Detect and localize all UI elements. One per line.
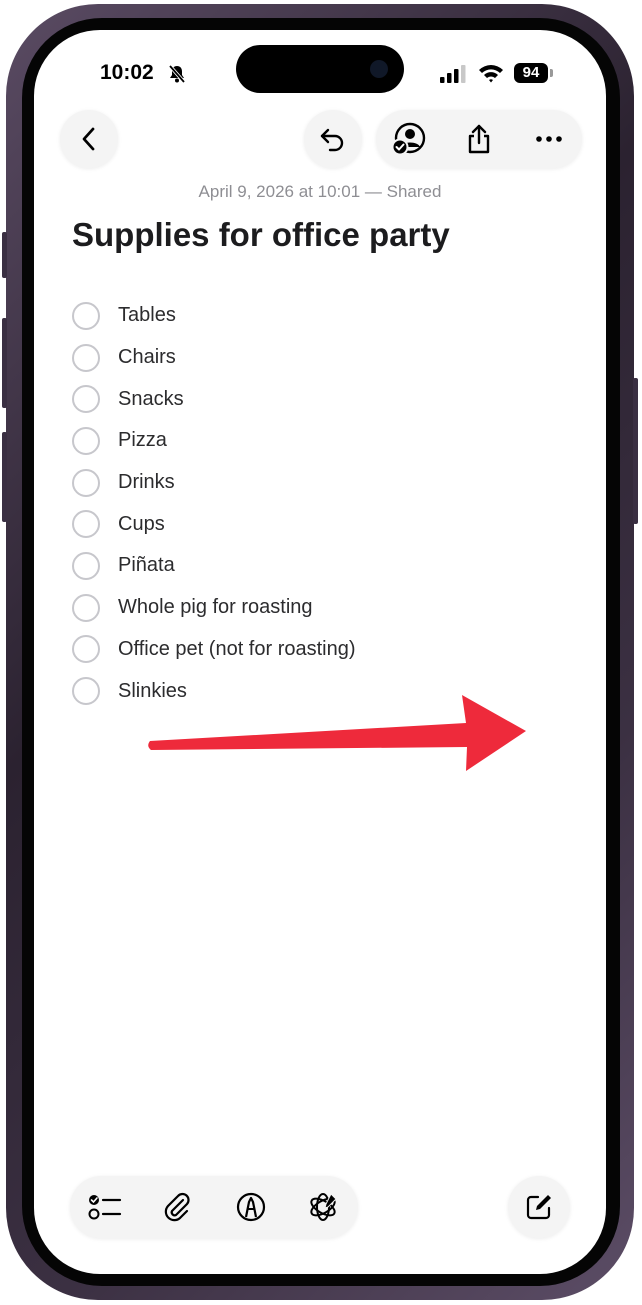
dynamic-island [236,45,404,93]
checkbox-circle[interactable] [72,510,100,539]
checkbox-circle[interactable] [72,468,100,497]
markup-button[interactable] [220,1176,282,1238]
bottom-toolbar [70,1176,358,1238]
checklist-item-label[interactable]: Drinks [118,471,175,494]
checklist-item-label[interactable]: Pizza [118,429,167,452]
wifi-icon [479,65,503,83]
checkbox-circle[interactable] [72,301,100,330]
writing-tools-button[interactable] [292,1176,354,1238]
note-timestamp: April 9, 2026 at 10:01 — Shared [198,182,442,201]
volume-down-button [2,432,7,522]
checkbox-circle[interactable] [72,551,100,580]
checklist-icon [88,1195,122,1220]
bell-slash-icon [168,64,186,84]
checklist-item: Tables [72,295,572,337]
share-icon [468,124,490,154]
checkbox-circle[interactable] [72,426,100,455]
red-arrow-right-icon [148,695,526,771]
ellipsis-icon [536,136,562,142]
share-button[interactable] [450,110,508,168]
collaborate-button[interactable] [380,110,438,168]
chevron-left-icon [82,127,95,151]
volume-up-button [2,318,7,408]
paperclip-icon [164,1192,190,1222]
undo-button[interactable] [304,110,362,168]
status-time: 10:02 [100,61,154,84]
compose-icon [526,1195,551,1220]
checkbox-circle[interactable] [72,677,100,706]
checklist-button[interactable] [74,1176,136,1238]
writing-tools-icon [310,1193,337,1221]
checklist-item-label[interactable]: Whole pig for roasting [118,596,313,619]
note-title[interactable]: Supplies for office party [72,216,450,254]
back-button[interactable] [60,110,118,168]
action-button [2,232,7,278]
checklist-item: Drinks [72,462,572,504]
battery-icon: 94 [514,63,548,83]
checklist-item: Piñata [72,545,572,587]
checklist-item: Pizza [72,420,572,462]
battery-level: 94 [522,64,540,81]
cellular-signal-icon [440,65,466,83]
undo-icon [320,128,344,152]
checklist: Tables Chairs Snacks Pizza Drinks Cups P… [72,295,572,712]
checklist-item-label[interactable]: Chairs [118,346,176,369]
front-camera [370,60,388,78]
screen: 10:02 94 April 9, 2026 at 10:01 — Shared… [34,30,606,1274]
battery-tip [550,69,553,77]
attachment-button[interactable] [146,1176,208,1238]
checkbox-circle[interactable] [72,593,100,622]
checklist-item: Snacks [72,378,572,420]
markup-pen-icon [236,1192,266,1222]
compose-button[interactable] [508,1176,570,1238]
collaborate-person-icon [391,122,426,156]
toolbar-pill [376,110,582,168]
checklist-item: Whole pig for roasting [72,587,572,629]
power-button [633,378,638,524]
checklist-item-label[interactable]: Cups [118,513,165,536]
checklist-item: Cups [72,503,572,545]
more-button[interactable] [520,110,578,168]
checkbox-circle[interactable] [72,385,100,414]
checkbox-circle[interactable] [72,343,100,372]
checklist-item-label[interactable]: Tables [118,304,176,327]
checklist-item-label[interactable]: Snacks [118,388,184,411]
checkbox-circle[interactable] [72,635,100,664]
checklist-item-label[interactable]: Office pet (not for roasting) [118,638,356,661]
checklist-item-label[interactable]: Piñata [118,554,175,577]
checklist-item: Chairs [72,337,572,379]
checklist-item: Office pet (not for roasting) [72,629,572,671]
